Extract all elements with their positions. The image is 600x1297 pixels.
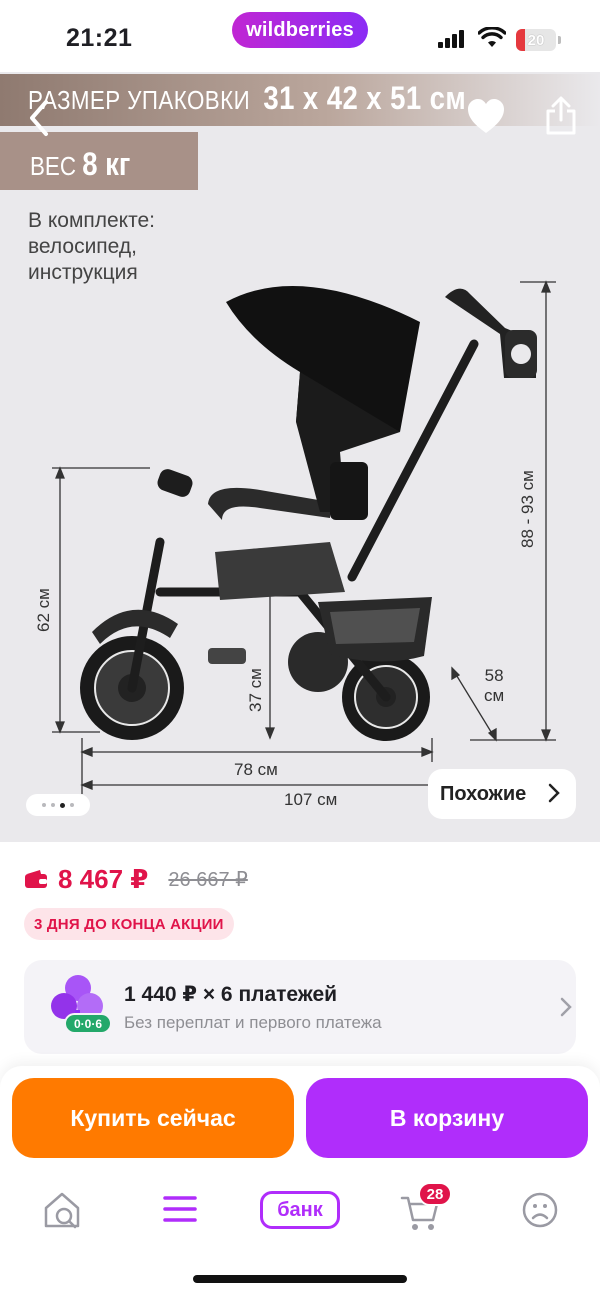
dimension-length-78: 78 см (234, 760, 278, 779)
pagination-dot[interactable] (70, 803, 74, 807)
share-icon[interactable] (544, 96, 578, 136)
gallery-pagination[interactable] (26, 794, 90, 816)
dimension-height-37: 37 см (246, 668, 265, 712)
pagination-dot-active[interactable] (60, 802, 65, 808)
wallet-icon (25, 870, 47, 888)
bank-tab[interactable]: банк (260, 1191, 340, 1229)
installment-card[interactable]: 0·0·6 1 440 ₽ × 6 платежей Без переплат … (24, 960, 576, 1054)
dimension-length-107: 107 см (284, 790, 338, 809)
buy-now-button[interactable]: Купить сейчас (12, 1078, 294, 1158)
battery-level: 20 (527, 31, 545, 49)
add-to-cart-button[interactable]: В корзину (306, 1078, 588, 1158)
pagination-dot[interactable] (51, 803, 55, 807)
promo-badge: 3 ДНЯ ДО КОНЦА АКЦИИ (24, 908, 234, 940)
installment-subtitle: Без переплат и первого платежа (124, 1013, 382, 1032)
current-price: 8 467 ₽ (58, 863, 149, 894)
status-time: 21:21 (66, 24, 133, 52)
status-bar: 21:21 wildberries 20 (0, 0, 600, 72)
brand-logo[interactable]: wildberries (232, 12, 368, 48)
home-search-icon[interactable] (42, 1188, 82, 1232)
chevron-right-icon (560, 997, 572, 1017)
profile-icon[interactable] (522, 1188, 558, 1232)
similar-products-label: Похожие (440, 782, 527, 805)
old-price: 26 667 ₽ (168, 868, 248, 891)
signal-icon (438, 30, 466, 48)
installment-title: 1 440 ₽ × 6 платежей (124, 983, 338, 1006)
split-badge: 0·0·6 (64, 1013, 112, 1034)
tricycle-image (52, 280, 556, 794)
home-indicator (193, 1275, 407, 1283)
dimension-height-62: 62 см (34, 588, 53, 632)
wifi-icon (478, 27, 506, 47)
back-button[interactable] (24, 98, 54, 138)
similar-products-button[interactable]: Похожие (428, 769, 576, 819)
price-row: 8 467 ₽ 26 667 ₽ (24, 862, 248, 896)
product-gallery[interactable]: РАЗМЕР УПАКОВКИ 31 х 42 х 51 см ВЕС 8 кг… (0, 72, 600, 842)
dimension-depth-58: 58 см (484, 666, 505, 705)
chevron-right-icon (548, 783, 560, 803)
catalog-menu-icon[interactable] (162, 1188, 198, 1232)
pagination-dot[interactable] (42, 803, 46, 807)
favorite-heart-icon[interactable] (466, 98, 506, 136)
cart-count-badge: 28 (418, 1182, 452, 1206)
battery-icon: 20 (516, 29, 556, 51)
dimension-height-handle: 88 - 93 см (518, 470, 537, 548)
battery-cap (558, 36, 561, 44)
